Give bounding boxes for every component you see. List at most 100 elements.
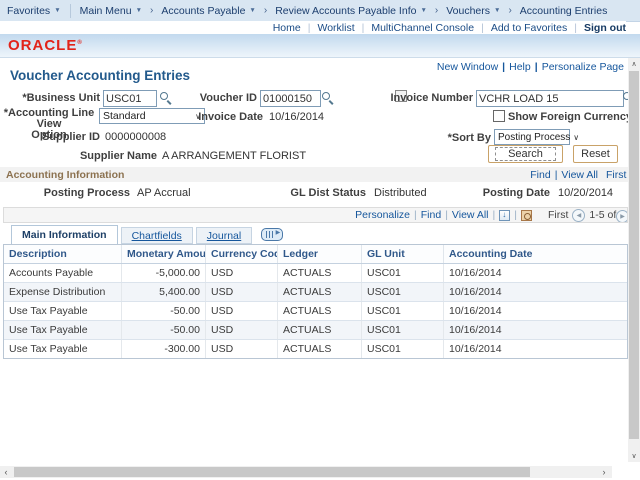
- table-cell: USD: [206, 340, 278, 358]
- table-cell: 10/16/2014: [444, 321, 627, 339]
- grid-tabs: Main Information Chartfields Journal: [11, 226, 283, 244]
- column-header-accounting-date: Accounting Date: [444, 245, 627, 263]
- table-cell: ACTUALS: [278, 340, 362, 358]
- download-icon[interactable]: [499, 210, 510, 221]
- invoice-number-input[interactable]: [476, 90, 624, 107]
- supplier-id-label: Supplier ID: [0, 131, 100, 143]
- chevron-down-icon: ▼: [420, 7, 426, 14]
- table-cell: 10/16/2014: [444, 283, 627, 301]
- breadcrumb-label: Review Accounts Payable Info: [275, 5, 416, 17]
- grid-view-all-link[interactable]: View All: [452, 209, 489, 221]
- table-row: Expense Distribution 5,400.00 USD ACTUAL…: [4, 283, 627, 302]
- table-row: Use Tax Payable -300.00 USD ACTUALS USC0…: [4, 340, 627, 358]
- divider: |: [362, 22, 365, 34]
- horizontal-scrollbar[interactable]: ‹ ›: [0, 466, 612, 478]
- first-link[interactable]: First: [606, 169, 626, 181]
- personalize-page-link[interactable]: Personalize Page: [542, 61, 624, 73]
- table-cell: Use Tax Payable: [4, 340, 122, 358]
- posting-date-value: 10/20/2014: [558, 187, 613, 199]
- divider: |: [493, 209, 496, 221]
- show-foreign-currency-label: Show Foreign Currency: [508, 111, 618, 123]
- table-cell: 5,400.00: [122, 283, 206, 301]
- table-cell: USD: [206, 283, 278, 301]
- oracle-banner: ORACLE®: [0, 34, 640, 58]
- table-cell: Use Tax Payable: [4, 321, 122, 339]
- horizontal-scrollbar-thumb[interactable]: [14, 467, 530, 477]
- divider: |: [414, 209, 417, 221]
- posting-date-label: Posting Date: [450, 187, 550, 199]
- scroll-down-icon[interactable]: ∨: [628, 450, 640, 462]
- home-link[interactable]: Home: [273, 22, 301, 34]
- search-button[interactable]: Search: [488, 145, 563, 163]
- scroll-up-icon[interactable]: ∧: [628, 58, 640, 70]
- tab-main-information[interactable]: Main Information: [11, 225, 118, 244]
- worklist-link[interactable]: Worklist: [317, 22, 354, 34]
- table-cell: 10/16/2014: [444, 264, 627, 282]
- table-cell: USD: [206, 264, 278, 282]
- chevron-down-icon: ∨: [573, 133, 579, 142]
- table-cell: ACTUALS: [278, 283, 362, 301]
- vertical-scrollbar[interactable]: ∧ ∨: [628, 58, 640, 462]
- breadcrumb-vouchers[interactable]: Vouchers ▼: [439, 5, 507, 17]
- utility-links: Home | Worklist | MultiChannel Console |…: [0, 21, 626, 34]
- zoom-grid-icon[interactable]: [521, 210, 532, 221]
- table-cell: USC01: [362, 302, 444, 320]
- scroll-right-icon[interactable]: ›: [598, 466, 610, 478]
- table-cell: ACTUALS: [278, 321, 362, 339]
- personalize-link[interactable]: Personalize: [355, 209, 410, 221]
- sort-by-label: *Sort By: [421, 132, 491, 144]
- new-window-link[interactable]: New Window: [437, 61, 498, 73]
- multichannel-console-link[interactable]: MultiChannel Console: [371, 22, 474, 34]
- sign-out-link[interactable]: Sign out: [584, 22, 626, 34]
- posting-process-value: AP Accrual: [137, 187, 191, 199]
- voucher-id-lookup-icon[interactable]: [322, 92, 334, 104]
- column-header-ledger: Ledger: [278, 245, 362, 263]
- table-cell: 10/16/2014: [444, 302, 627, 320]
- breadcrumb-separator: ›: [508, 5, 511, 16]
- breadcrumb-separator: ›: [264, 5, 267, 16]
- breadcrumb-accounting-entries[interactable]: Accounting Entries: [513, 5, 615, 17]
- table-cell: Expense Distribution: [4, 283, 122, 301]
- table-cell: -50.00: [122, 321, 206, 339]
- tab-journal[interactable]: Journal: [196, 227, 252, 244]
- table-cell: USD: [206, 321, 278, 339]
- help-link[interactable]: Help: [509, 61, 531, 73]
- divider: |: [308, 22, 311, 34]
- tab-chartfields[interactable]: Chartfields: [121, 227, 193, 244]
- scroll-left-icon[interactable]: ‹: [0, 466, 12, 478]
- accounting-information-header: Accounting Information Find | View All F…: [0, 167, 628, 182]
- invoice-number-label: Invoice Number: [373, 92, 473, 104]
- grid-find-link[interactable]: Find: [421, 209, 441, 221]
- find-link[interactable]: Find: [530, 169, 550, 181]
- breadcrumb-main-menu[interactable]: Main Menu ▼: [73, 5, 149, 17]
- column-header-description: Description: [4, 245, 122, 263]
- previous-page-icon[interactable]: ◀: [572, 209, 585, 222]
- vertical-scrollbar-thumb[interactable]: [629, 71, 639, 439]
- next-page-icon[interactable]: ▶: [616, 210, 628, 223]
- table-header-row: Description Monetary Amount Currency Cod…: [4, 245, 627, 264]
- reset-button[interactable]: Reset: [573, 145, 618, 163]
- breadcrumb-separator: ›: [150, 5, 153, 16]
- invoice-date-value: 10/16/2014: [269, 111, 324, 123]
- sort-by-select[interactable]: Posting Process ∨: [494, 129, 570, 145]
- supplier-id-value: 0000000008: [105, 131, 166, 143]
- breadcrumb-favorites[interactable]: Favorites ▼: [0, 5, 68, 17]
- show-foreign-currency-checkbox[interactable]: [493, 110, 505, 122]
- table-cell: -5,000.00: [122, 264, 206, 282]
- show-all-columns-icon[interactable]: [261, 228, 283, 241]
- supplier-name-value: A ARRANGEMENT FLORIST: [162, 150, 306, 162]
- table-row: Use Tax Payable -50.00 USD ACTUALS USC01…: [4, 321, 627, 340]
- section-title: Accounting Information: [6, 169, 124, 181]
- divider: |: [574, 22, 577, 34]
- add-to-favorites-link[interactable]: Add to Favorites: [491, 22, 567, 34]
- page-links: New Window | Help | Personalize Page: [437, 61, 624, 73]
- breadcrumb-accounts-payable[interactable]: Accounts Payable ▼: [154, 5, 263, 17]
- breadcrumb-review-ap-info[interactable]: Review Accounts Payable Info ▼: [268, 5, 434, 17]
- divider: [70, 4, 71, 18]
- voucher-id-input[interactable]: [260, 90, 321, 107]
- divider: |: [514, 209, 517, 221]
- table-cell: USC01: [362, 264, 444, 282]
- view-all-link[interactable]: View All: [561, 169, 598, 181]
- gl-dist-status-label: GL Dist Status: [266, 187, 366, 199]
- business-unit-input[interactable]: [103, 90, 157, 107]
